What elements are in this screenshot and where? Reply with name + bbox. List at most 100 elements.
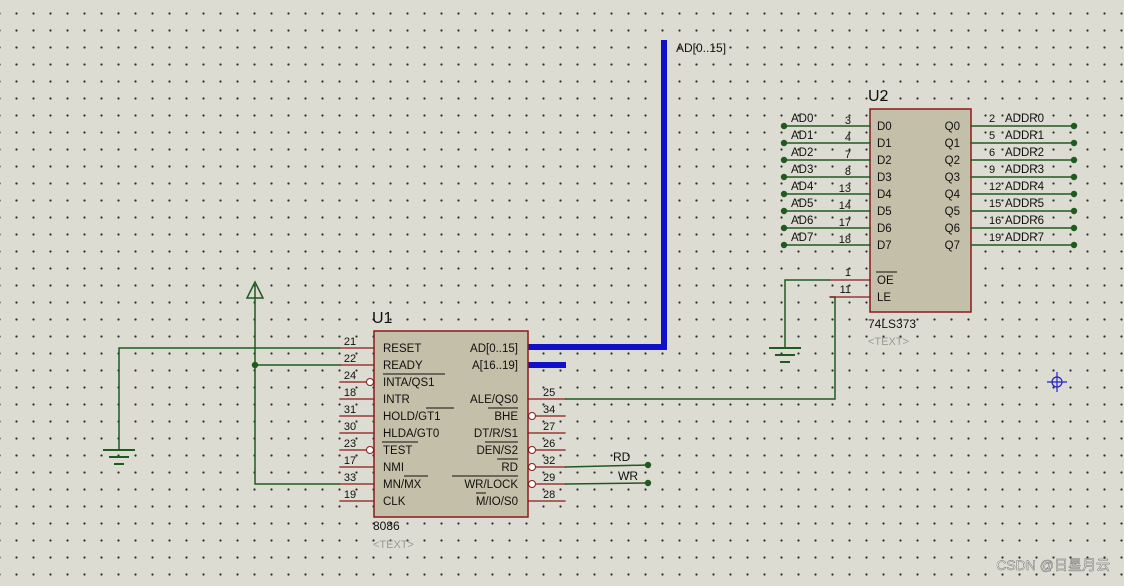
u2-pin-19-number: 19	[989, 232, 1001, 244]
ad-bus-wire[interactable]	[528, 40, 667, 350]
u2-pin-14-name: D5	[877, 206, 892, 218]
u1-pin-26-name: DEN/S2	[476, 445, 518, 457]
u2-AD7-terminal[interactable]	[780, 241, 788, 249]
u2-AD0-terminal[interactable]	[780, 122, 788, 130]
u2-AD4-terminal[interactable]	[780, 190, 788, 198]
origin-marker-icon[interactable]	[1047, 372, 1067, 392]
oe-ground-wire[interactable]	[784, 279, 830, 347]
u2-pin-2-name: Q0	[945, 121, 960, 133]
u1-pin-32-inverter	[528, 463, 536, 471]
u2-pin-12-number: 12	[989, 181, 1001, 193]
u1-pin-26-inverter	[528, 446, 536, 454]
u2-ADDR4-net-label: ADDR4	[1005, 181, 1045, 193]
u1-reference[interactable]: U1	[372, 310, 393, 327]
vcc-mn-mx-wire[interactable]	[254, 298, 340, 485]
parts-layer: 21RESET22READY24INTA/QS118INTR31HOLD/GT1…	[339, 108, 1078, 518]
wr-wire[interactable]	[564, 482, 649, 485]
u1-pin-19-number: 19	[344, 489, 356, 501]
u1-bus-pin-1-name: A[16..19]	[472, 360, 518, 372]
u2-ADDR3-terminal[interactable]	[1070, 173, 1078, 181]
u2-AD5-terminal[interactable]	[780, 207, 788, 215]
u1-pin-17-name: NMI	[383, 462, 404, 474]
schematic: 21RESET22READY24INTA/QS118INTR31HOLD/GT1…	[103, 40, 1110, 573]
u2-ADDR2-terminal[interactable]	[1070, 156, 1078, 164]
u1-pin-25-number: 25	[543, 387, 555, 399]
u1-pin-18-name: INTR	[383, 394, 410, 406]
u1-pin-29-inverter	[528, 480, 536, 488]
u1-pin-34-name: BHE	[494, 411, 518, 423]
u1-pin-32-name: RD	[501, 462, 518, 474]
u1-pin-17-number: 17	[344, 455, 356, 467]
u2-pin-16-number: 16	[989, 215, 1001, 227]
u2-pin-1-number: 1	[845, 267, 851, 279]
u2-pin-2-number: 2	[989, 113, 995, 125]
u1-pin-31-name: HOLD/GT1	[383, 411, 441, 423]
u2-reference[interactable]: U2	[868, 88, 889, 105]
u2-pin-6-name: Q2	[945, 155, 960, 167]
vcc-junction[interactable]	[251, 361, 259, 369]
u1-bus-pin-0-name: AD[0..15]	[470, 343, 518, 355]
u2-pin-11-number: 11	[840, 284, 851, 296]
rd-terminal[interactable]	[644, 461, 652, 469]
u2-AD2-terminal[interactable]	[780, 156, 788, 164]
u1-pin-32-number: 32	[543, 455, 555, 467]
u1-pin-29-number: 29	[543, 472, 555, 484]
u2-ADDR4-terminal[interactable]	[1070, 190, 1078, 198]
u2-ADDR5-net-label: ADDR5	[1005, 198, 1044, 210]
u2-ADDR0-net-label: ADDR0	[1005, 113, 1044, 125]
u1-part-name: 8086	[373, 519, 400, 533]
u2-pin-6-number: 6	[989, 147, 995, 159]
u2-ADDR1-net-label: ADDR1	[1005, 130, 1044, 142]
u1-pin-25-name: ALE/QS0	[470, 394, 518, 406]
u1-pin-33-number: 33	[344, 472, 356, 484]
u2-pin-16-name: Q6	[945, 223, 960, 235]
u2-pin-4-number: 4	[845, 132, 851, 144]
u2-ADDR7-terminal[interactable]	[1070, 241, 1078, 249]
u2-pin-11-name: LE	[877, 292, 891, 304]
u2-ADDR6-net-label: ADDR6	[1005, 215, 1044, 227]
u2-AD2-net-label: AD2	[791, 147, 813, 159]
u1-pin-23-inverter	[366, 446, 374, 454]
u2-pin-3-number: 3	[845, 115, 851, 127]
wr-terminal[interactable]	[644, 479, 652, 487]
u1-pin-24-inverter	[366, 378, 374, 386]
u1-pin-21-name: RESET	[383, 343, 421, 355]
u2-ADDR1-terminal[interactable]	[1070, 139, 1078, 147]
rd-wire[interactable]	[564, 464, 649, 468]
u2-pin-5-name: Q1	[945, 138, 960, 150]
u2-AD1-net-label: AD1	[791, 130, 813, 142]
u2-AD5-net-label: AD5	[791, 198, 813, 210]
u2-ADDR0-terminal[interactable]	[1070, 122, 1078, 130]
u1-pin-29-name: WR/LOCK	[464, 479, 518, 491]
u1-pin-23-number: 23	[344, 438, 356, 450]
u1-pin-19-name: CLK	[383, 496, 406, 508]
u1-pin-22-number: 22	[344, 353, 356, 365]
u2-AD3-terminal[interactable]	[780, 173, 788, 181]
u2-ADDR3-net-label: ADDR3	[1005, 164, 1044, 176]
u2-ADDR7-net-label: ADDR7	[1005, 232, 1044, 244]
u2-pin-18-number: 18	[839, 234, 851, 246]
u1-pin-28-number: 28	[543, 489, 555, 501]
u2-AD1-terminal[interactable]	[780, 139, 788, 147]
wr-net-label[interactable]: WR	[618, 469, 638, 483]
u2-pin-3-name: D0	[877, 121, 892, 133]
u2-AD3-net-label: AD3	[791, 164, 813, 176]
u2-ADDR2-net-label: ADDR2	[1005, 147, 1044, 159]
bus-net-label[interactable]: AD[0..15]	[676, 41, 726, 55]
u1-pin-31-number: 31	[344, 404, 356, 416]
u2-ADDR6-terminal[interactable]	[1070, 224, 1078, 232]
reset-ground-wire[interactable]	[118, 347, 340, 449]
u1-pin-30-number: 30	[344, 421, 356, 433]
u2-pin-15-name: Q5	[945, 206, 960, 218]
u2-AD6-net-label: AD6	[791, 215, 813, 227]
u2-AD6-terminal[interactable]	[780, 224, 788, 232]
u1-pin-26-number: 26	[543, 438, 555, 450]
u2-ADDR5-terminal[interactable]	[1070, 207, 1078, 215]
u2-pin-1-name: OE	[877, 275, 894, 287]
u1-pin-24-name: INTA/QS1	[383, 377, 435, 389]
u1-pin-24-number: 24	[344, 370, 356, 382]
u2-pin-17-number: 17	[839, 217, 851, 229]
u1-pin-27-name: DT/R/S1	[474, 428, 518, 440]
u2-text-placeholder: <TEXT>	[868, 336, 909, 348]
rd-net-label[interactable]: RD	[613, 450, 631, 464]
